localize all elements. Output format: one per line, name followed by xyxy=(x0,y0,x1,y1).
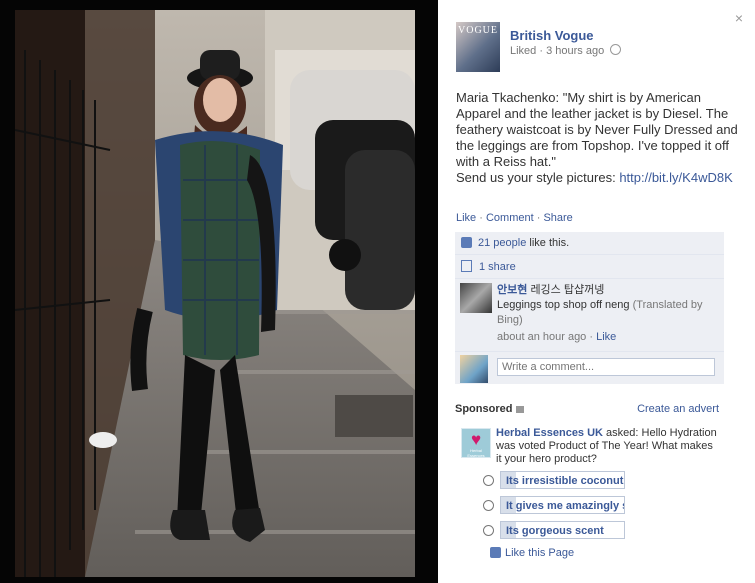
caption-link[interactable]: http://bit.ly/K4wD8K xyxy=(619,170,732,185)
comment-like-link[interactable]: Like xyxy=(596,331,616,343)
comment-original: 레깅스 탑샵꺼넹 xyxy=(530,284,605,296)
comment-meta: about an hour ago · Like xyxy=(497,331,616,343)
page-header: VOGUE British Vogue Liked · 3 hours ago xyxy=(456,22,726,72)
meta-separator: · xyxy=(586,331,597,343)
feedback-box: 21 people like this. 1 share 안보현 레깅스 탑샵꺼… xyxy=(455,232,724,384)
action-separator: · xyxy=(476,212,486,224)
likes-suffix: like this. xyxy=(526,237,570,249)
post-actions: Like · Comment · Share xyxy=(456,212,573,224)
share-link[interactable]: Share xyxy=(543,212,572,224)
comment-time[interactable]: about an hour ago xyxy=(497,331,586,343)
thumbs-up-icon xyxy=(461,237,472,248)
poll-option[interactable]: Its irresistible coconut xyxy=(480,471,640,496)
sponsored-text: Sponsored xyxy=(455,403,513,415)
page-meta: Liked · 3 hours ago xyxy=(510,44,622,57)
comment-translation: Leggings top shop off neng xyxy=(497,299,630,311)
poll-option-label: Its gorgeous scent xyxy=(506,525,604,537)
radio-icon[interactable] xyxy=(483,525,494,536)
poll-option-box[interactable]: Its gorgeous scent xyxy=(500,521,625,539)
radio-icon[interactable] xyxy=(483,475,494,486)
photo-stage xyxy=(0,0,438,583)
liked-status: Liked xyxy=(510,45,537,57)
comment-avatar[interactable] xyxy=(460,283,492,313)
page-avatar-masthead: VOGUE xyxy=(458,25,498,36)
photo[interactable] xyxy=(15,10,415,577)
caption-text: Maria Tkachenko: "My shirt is by America… xyxy=(456,90,738,169)
poll: Its irresistible coconut It gives me ama… xyxy=(480,471,640,546)
page-avatar[interactable]: VOGUE xyxy=(456,22,500,72)
close-icon[interactable]: × xyxy=(733,11,745,25)
heart-icon: ♥ xyxy=(470,430,482,449)
thumbs-up-icon xyxy=(490,547,501,558)
ad-question: Herbal Essences UK asked: Hello Hydratio… xyxy=(496,427,718,466)
shares-row: 1 share xyxy=(455,255,724,279)
action-separator: · xyxy=(533,212,544,224)
likes-count[interactable]: 21 people xyxy=(478,237,526,249)
sponsored-header: Sponsored Create an advert xyxy=(455,402,723,416)
comment-link[interactable]: Comment xyxy=(486,212,534,224)
poll-option[interactable]: It gives me amazingly s xyxy=(480,496,640,521)
share-icon xyxy=(461,260,472,272)
ad-logo-text: Herbal Essences xyxy=(467,448,485,458)
like-link[interactable]: Like xyxy=(456,212,476,224)
poll-option-label: Its irresistible coconut xyxy=(506,475,624,487)
comment-item: 안보현 레깅스 탑샵꺼넹 Leggings top shop off neng … xyxy=(455,279,724,352)
comment-author[interactable]: 안보현 xyxy=(497,284,527,296)
viewer-avatar xyxy=(460,355,488,383)
sponsored-label: Sponsored xyxy=(455,403,525,415)
create-ad-link[interactable]: Create an advert xyxy=(637,403,719,415)
comment-input[interactable] xyxy=(497,358,715,376)
photo-illustration xyxy=(15,10,415,577)
like-page-link[interactable]: Like this Page xyxy=(490,547,574,559)
ad-logo[interactable]: ♥ Herbal Essences xyxy=(461,428,491,458)
advertiser-name[interactable]: Herbal Essences UK xyxy=(496,427,603,439)
post-time[interactable]: 3 hours ago xyxy=(546,45,604,57)
caption-cta: Send us your style pictures: xyxy=(456,170,620,185)
post-caption: Maria Tkachenko: "My shirt is by America… xyxy=(456,90,740,186)
shares-count[interactable]: 1 share xyxy=(479,261,516,273)
likes-row: 21 people like this. xyxy=(455,232,724,255)
globe-icon xyxy=(610,44,622,55)
poll-option-box[interactable]: It gives me amazingly s xyxy=(500,496,625,514)
poll-option[interactable]: Its gorgeous scent xyxy=(480,521,640,546)
radio-icon[interactable] xyxy=(483,500,494,511)
like-page-label: Like this Page xyxy=(505,547,575,559)
comment-composer xyxy=(455,352,724,384)
poll-option-box[interactable]: Its irresistible coconut xyxy=(500,471,625,489)
comment-body: 안보현 레깅스 탑샵꺼넹 Leggings top shop off neng … xyxy=(497,283,715,328)
megaphone-icon xyxy=(516,406,525,413)
poll-option-label: It gives me amazingly s xyxy=(506,500,625,512)
page-name[interactable]: British Vogue xyxy=(510,28,594,43)
